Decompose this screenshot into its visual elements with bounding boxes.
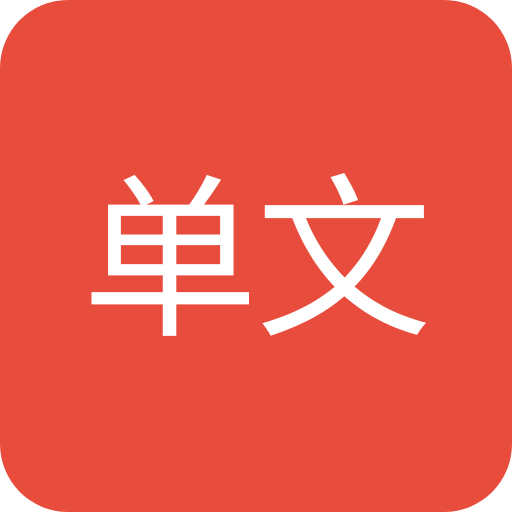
app-icon-label: 单文 xyxy=(81,159,432,364)
app-icon[interactable]: 单文 xyxy=(0,0,512,512)
